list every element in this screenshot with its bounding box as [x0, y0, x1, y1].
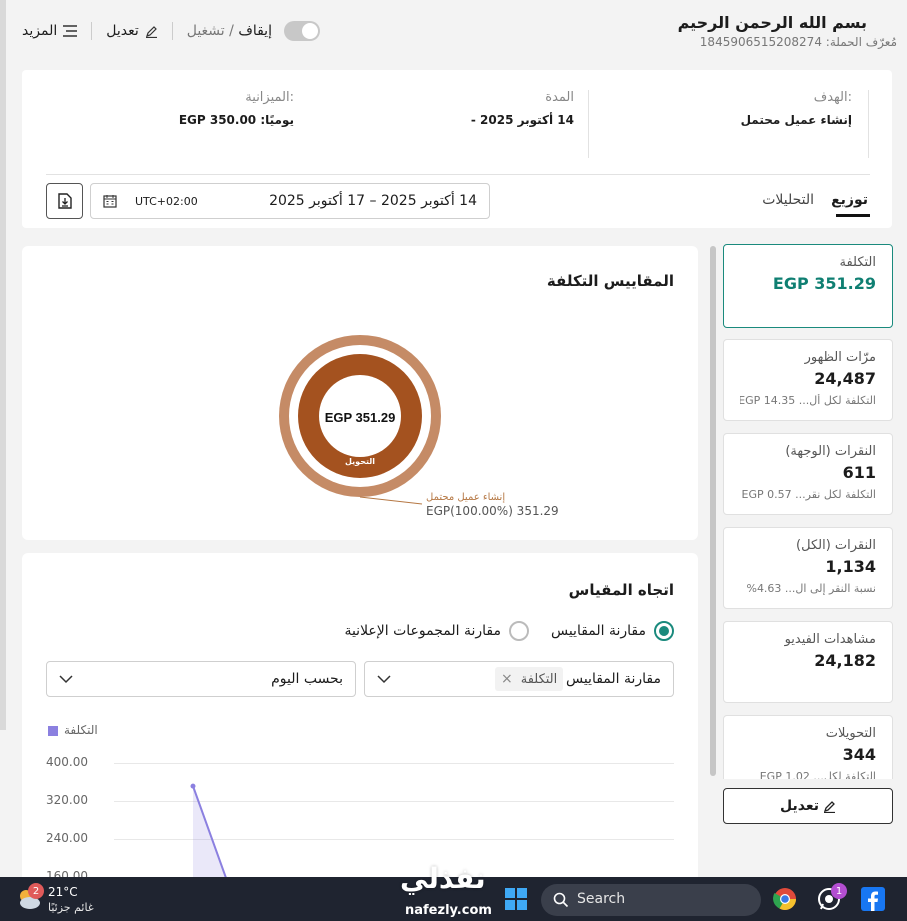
- duration-label: المدة: [545, 90, 574, 105]
- metric-sub: التكلفة لكل... EGP 1.02: [759, 770, 876, 779]
- tab-distribution[interactable]: توزيع: [831, 192, 868, 208]
- column-divider: [588, 90, 589, 158]
- more-button[interactable]: المزيد: [22, 23, 78, 39]
- budget-value: يوميًا: EGP 350.00: [178, 113, 294, 127]
- metric-sub: التكلفة لكل أل... EGP 14.35: [740, 394, 876, 407]
- campaign-id-value: 1845906515208274: [699, 35, 822, 49]
- date-range-text: 14 أكتوبر 2025 – 17 أكتوبر 2025: [269, 193, 477, 209]
- slash-label: /: [224, 23, 239, 39]
- menu-icon: [63, 25, 78, 37]
- timezone-text: UTC+02:00: [135, 195, 198, 208]
- campaign-id-label: مُعرّف الحملة:: [825, 35, 897, 49]
- weather-badge: 2: [28, 883, 44, 899]
- pencil-icon: [145, 25, 157, 38]
- metric-value: 344: [842, 745, 876, 764]
- metric-label: النقرات (الكل): [796, 538, 876, 553]
- metric-card-conversions[interactable]: التحويلات 344 التكلفة لكل... EGP 1.02: [723, 715, 893, 779]
- metric-value: 611: [842, 463, 876, 482]
- metric-value: EGP 351.29: [772, 274, 876, 293]
- metric-value: 24,182: [814, 651, 876, 670]
- goal-label: الهدف:: [813, 90, 852, 105]
- metric-sub: التكلفة لكل نقر... EGP 0.57: [741, 488, 876, 501]
- toolbar-divider: [171, 22, 173, 40]
- donut-center-value: EGP 351.29: [325, 410, 396, 425]
- weather-temperature: 21°C: [48, 885, 78, 899]
- donut-legend-name: إنشاء عميل محتمل: [426, 492, 506, 503]
- goal-column: الهدف: إنشاء عميل محتمل: [741, 90, 852, 127]
- page-title: بسم الله الرحمن الرحيم: [677, 13, 867, 32]
- date-range-picker[interactable]: 14 أكتوبر 2025 – 17 أكتوبر 2025 UTC+02:0…: [90, 183, 490, 219]
- download-file-icon: [57, 193, 72, 209]
- metric-label: التحويلات: [825, 726, 876, 741]
- more-label: المزيد: [22, 23, 58, 39]
- window-edge: [0, 0, 6, 730]
- toolbar-divider: [91, 22, 93, 40]
- edit-metrics-button[interactable]: تعديل: [723, 788, 893, 824]
- metric-clip: التحويلات 344 التكلفة لكل... EGP 1.02: [723, 715, 893, 779]
- metric-card-all-clicks[interactable]: النقرات (الكل) 1,134 نسبة النقر إلى ال..…: [723, 527, 893, 609]
- tab-analytics[interactable]: التحليلات: [762, 192, 814, 208]
- run-pause-control: إيقاف / تشغيل: [187, 21, 320, 41]
- metric-card-link-clicks[interactable]: النقرات (الوجهة) 611 التكلفة لكل نقر... …: [723, 433, 893, 515]
- campaign-id: مُعرّف الحملة: 1845906515208274: [700, 35, 897, 49]
- active-tab-underline: [836, 214, 870, 217]
- column-divider: [868, 90, 869, 158]
- metric-label: مرّات الظهور: [804, 350, 876, 365]
- chrome-icon[interactable]: [773, 887, 797, 911]
- toggle-knob: [301, 23, 318, 39]
- watermark-url: nafezly.com: [405, 903, 492, 918]
- metric-card-video-views[interactable]: مشاهدات الفيديو 24,182: [723, 621, 893, 703]
- metrics-scrollbar[interactable]: [710, 246, 716, 776]
- metric-value: 24,487: [814, 369, 876, 388]
- pause-label: إيقاف: [238, 23, 272, 39]
- pencil-icon: [823, 800, 835, 813]
- metric-label: مشاهدات الفيديو: [784, 632, 876, 647]
- trend-chart-plot: [190, 783, 229, 883]
- taskbar-search[interactable]: Search: [541, 884, 761, 916]
- metric-value: 1,134: [825, 557, 876, 576]
- metric-card-cost[interactable]: التكلفة EGP 351.29: [723, 244, 893, 328]
- export-button[interactable]: [46, 183, 83, 219]
- metric-sub: نسبة النقر إلى ال... 4.63%: [746, 582, 876, 595]
- run-toggle[interactable]: [283, 21, 320, 41]
- budget-column: الميزانية: يوميًا: EGP 350.00: [179, 90, 294, 127]
- budget-label: الميزانية:: [245, 90, 294, 105]
- edit-metrics-label: تعديل: [780, 798, 819, 814]
- data-point: [190, 783, 196, 789]
- edit-campaign-button[interactable]: تعديل: [106, 23, 158, 39]
- goal-value: إنشاء عميل محتمل: [740, 113, 852, 127]
- watermark-arabic: نفذلي: [400, 862, 486, 895]
- donut-ring-label: التحويل: [345, 457, 375, 466]
- duration-column: المدة 14 أكتوبر 2025 -: [471, 90, 574, 127]
- facebook-icon[interactable]: [861, 887, 885, 911]
- search-placeholder: Search: [577, 891, 626, 907]
- windows-start-icon[interactable]: [505, 888, 527, 910]
- metric-trend-card: اتجاه المقياس مقارنة المقاييس مقارنة الم…: [22, 553, 698, 883]
- toolbar: المزيد تعديل إيقاف / تشغيل: [22, 20, 320, 42]
- edit-label: تعديل: [106, 23, 139, 39]
- cost-metrics-card: المقاييس التكلفة EGP 351.29 التحويل إنشا…: [22, 246, 698, 540]
- metric-card-impressions[interactable]: مرّات الظهور 24,487 التكلفة لكل أل... EG…: [723, 339, 893, 421]
- metric-label: التكلفة: [839, 255, 876, 270]
- run-pause-label: إيقاف / تشغيل: [187, 23, 272, 39]
- summary-divider: [46, 174, 870, 175]
- run-label: تشغيل: [186, 23, 225, 39]
- calendar-icon: [103, 195, 117, 208]
- cost-donut-chart: EGP 351.29 التحويل: [279, 335, 441, 505]
- campaign-summary-card: الهدف: إنشاء عميل محتمل المدة 14 أكتوبر …: [22, 70, 892, 228]
- legend-leader-line: [359, 496, 423, 505]
- whatsapp-badge: 1: [831, 883, 847, 899]
- search-icon: [553, 892, 569, 908]
- weather-description: غائم جزئيًا: [48, 901, 94, 914]
- duration-value: 14 أكتوبر 2025 -: [470, 113, 574, 127]
- donut-legend-value: EGP(100.00%) 351.29: [426, 504, 559, 518]
- metric-label: النقرات (الوجهة): [785, 444, 876, 459]
